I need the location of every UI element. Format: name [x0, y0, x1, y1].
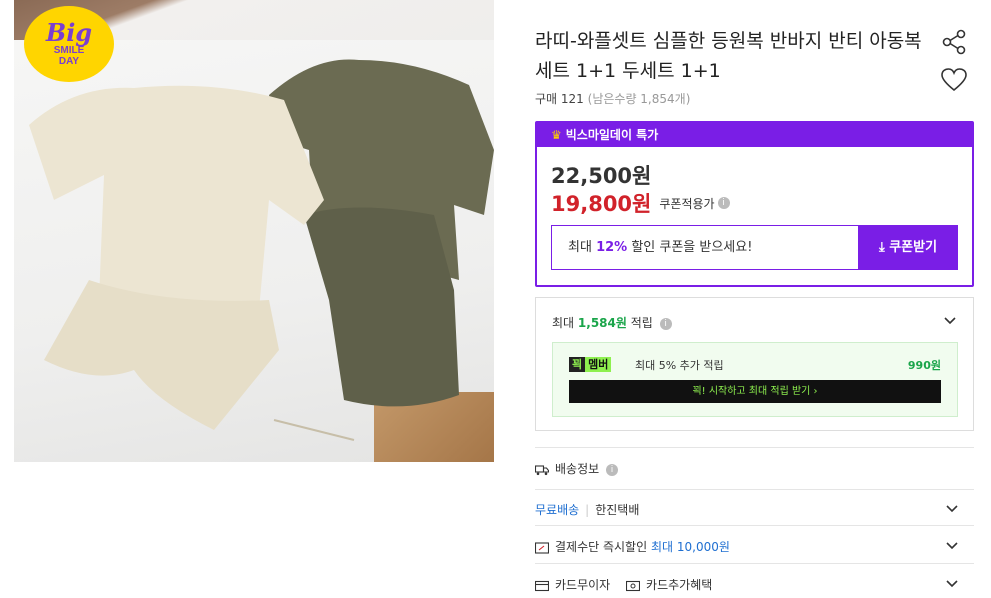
- member-box: 꾁 멤버 최대 5% 추가 적립 990원 꾁! 시작하고 최대 적립 받기 ›: [552, 342, 958, 417]
- shipping-header: 배송정보 i: [535, 460, 618, 477]
- free-shipping: 무료배송: [535, 503, 580, 517]
- chevron-down-icon[interactable]: [944, 575, 960, 591]
- product-title: 라띠-와플셋트 심플한 등원복 반바지 반티 아동복 세트 1+1 두세트 1+…: [535, 30, 922, 82]
- purchase-count: 구매 121 (남은수량 1,854개): [535, 90, 690, 107]
- points-header: 최대 1,584원 적립 i: [552, 314, 672, 331]
- info-icon[interactable]: i: [717, 197, 730, 209]
- download-icon: ⤓: [878, 240, 885, 255]
- payment-discount-label: 결제수단 즉시할인: [555, 540, 648, 554]
- member-text: 최대 5% 추가 적립: [635, 359, 724, 372]
- original-price: 22,500원: [551, 164, 652, 188]
- deal-box: ♛ 빅스마일데이 특가 22,500원 19,800원 쿠폰적용가 i 최대 12…: [535, 121, 974, 287]
- coupon-msg-suffix: 할인 쿠폰을 받으세요!: [627, 240, 753, 255]
- product-image[interactable]: Big SMILE DAY: [14, 0, 494, 462]
- coupon-applied-label: 쿠폰적용가: [659, 196, 715, 211]
- points-box: 최대 1,584원 적립 i 꾁 멤버 최대 5% 추가 적립 990원 꾁! 시…: [535, 297, 974, 431]
- info-icon[interactable]: i: [606, 463, 618, 476]
- badge-big-text: Big: [45, 18, 93, 47]
- sale-price: 19,800원: [551, 192, 652, 216]
- payment-discount-amount: 최대 10,000원: [650, 540, 730, 554]
- card-benefit-icon: [626, 580, 641, 591]
- shipping-info: 무료배송 | 한진택배: [535, 501, 639, 518]
- carrier-name: 한진택배: [595, 503, 640, 517]
- shipping-header-label: 배송정보: [555, 462, 600, 476]
- member-start-button[interactable]: 꾁! 시작하고 최대 적립 받기 ›: [569, 380, 941, 403]
- share-icon[interactable]: [940, 28, 968, 56]
- truck-icon: [535, 464, 549, 475]
- card-benefit-row[interactable]: 카드무이자 카드추가혜택: [535, 563, 974, 598]
- points-suffix: 적립: [626, 316, 653, 330]
- member-amount: 990원: [907, 359, 941, 372]
- shipping-row[interactable]: 무료배송 | 한진택배: [535, 489, 974, 525]
- member-tag: 꾁 멤버: [569, 356, 612, 372]
- coupon-button-label: 쿠폰받기: [889, 240, 938, 255]
- coupon-msg-prefix: 최대: [568, 240, 597, 255]
- remaining-quantity: (남은수량 1,854개): [587, 92, 691, 106]
- deal-header-label: 빅스마일데이 특가: [565, 128, 659, 142]
- payment-discount-row[interactable]: 결제수단 즉시할인 최대 10,000원: [535, 525, 974, 563]
- coupon-msg-percent: 12%: [596, 240, 628, 255]
- chevron-down-icon[interactable]: [944, 537, 960, 553]
- card-extra-benefit: 카드추가혜택: [646, 578, 713, 592]
- separator: |: [585, 503, 590, 517]
- payment-discount: 결제수단 즉시할인 최대 10,000원: [535, 538, 730, 555]
- points-prefix: 최대: [552, 316, 578, 330]
- coupon-download-button[interactable]: ⤓ 쿠폰받기: [858, 225, 958, 270]
- purchase-count-text: 구매 121: [535, 92, 584, 106]
- card-interest-free: 카드무이자: [555, 578, 611, 592]
- heart-icon[interactable]: [940, 66, 968, 94]
- points-amount: 1,584원: [577, 316, 627, 330]
- chevron-down-icon[interactable]: [944, 500, 960, 516]
- member-tag-dark: 꾁: [569, 357, 586, 372]
- chevron-down-icon[interactable]: [942, 312, 958, 328]
- big-smile-day-badge: Big SMILE DAY: [24, 6, 114, 82]
- coupon-icon: [535, 541, 549, 554]
- badge-smile-day-text: SMILE DAY: [53, 45, 85, 67]
- sale-price-row: 19,800원 쿠폰적용가 i: [551, 188, 730, 218]
- coupon-message: 최대 12% 할인 쿠폰을 받으세요!: [551, 225, 859, 270]
- shipping-header-row: 배송정보 i: [535, 447, 974, 489]
- deal-header: ♛ 빅스마일데이 특가: [537, 123, 972, 147]
- card-icon: [535, 580, 549, 591]
- product-info: 라띠-와플셋트 심플한 등원복 반바지 반티 아동복 세트 1+1 두세트 1+…: [535, 0, 975, 598]
- info-icon[interactable]: i: [659, 317, 672, 330]
- card-extra: 카드추가혜택: [626, 578, 712, 592]
- crown-icon: ♛: [551, 128, 562, 142]
- member-tag-light: 멤버: [585, 357, 612, 372]
- card-benefit: 카드무이자 카드추가혜택: [535, 576, 712, 593]
